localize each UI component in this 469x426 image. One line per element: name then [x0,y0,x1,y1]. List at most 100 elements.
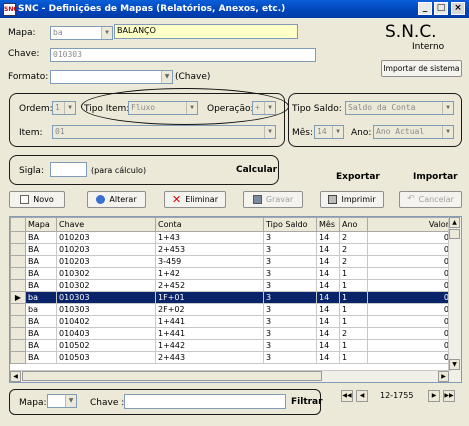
table-cell: 14 [316,315,340,328]
imprimir-button[interactable]: Imprimir [320,191,384,208]
filtrar-button[interactable]: Filtrar [291,397,323,407]
column-header[interactable]: Chave [56,217,156,232]
ordem-label: Ordem: [19,104,53,114]
scroll-thumb[interactable] [449,229,460,239]
vertical-scrollbar[interactable]: ▲ ▼ [448,217,461,382]
tipo-item-select[interactable]: Fluxo ▼ [128,101,198,115]
table-cell: 0 [367,243,452,256]
mapa-code-select[interactable]: ba ▼ [50,26,113,40]
filter-mapa-select[interactable]: ▼ [47,394,77,408]
row-indicator[interactable] [10,231,26,244]
cancelar-button[interactable]: ↶ Cancelar [399,191,462,208]
table-cell: BA [25,231,57,244]
table-row[interactable]: BA 010203 1+43 3 14 2 0 [10,231,452,244]
table-row[interactable]: ▶ ba 010303 1F+01 3 14 1 0 [10,291,452,304]
table-cell: ba [25,303,57,316]
row-indicator[interactable] [10,303,26,316]
alterar-button[interactable]: Alterar [87,191,146,208]
table-cell: 0 [367,231,452,244]
maximize-button[interactable]: □ [434,2,448,15]
column-header[interactable]: Ano [339,217,368,232]
table-cell: BA [25,327,57,340]
sigla-field[interactable] [50,162,87,177]
scroll-right-icon[interactable]: ▶ [438,371,449,382]
next-page-icon[interactable]: ▶ [428,390,440,402]
brand-title: S.N.C. [385,22,437,42]
minimize-button[interactable]: _ [418,2,432,15]
table-row[interactable]: BA 010302 1+42 3 14 1 0 [10,267,452,280]
import-system-button[interactable]: Importar de sistema [381,60,462,77]
table-cell: 0 [367,267,452,280]
sigla-label: Sigla: [19,166,44,176]
row-indicator[interactable] [10,243,26,256]
row-indicator[interactable] [10,351,26,364]
mes-select[interactable]: 14 ▼ [314,125,344,139]
table-row[interactable]: BA 010302 2+452 3 14 1 0 [10,279,452,292]
table-cell: BA [25,243,57,256]
first-page-icon[interactable]: ◀◀ [341,390,353,402]
scroll-down-icon[interactable]: ▼ [449,359,460,370]
table-header-row: Mapa Chave Conta Tipo Saldo Mês Ano Valo… [10,217,452,232]
table-row[interactable]: BA 010403 1+441 3 14 2 0 [10,327,452,340]
ano-select[interactable]: Ano Actual ▼ [373,125,454,139]
table-cell: 010303 [56,303,156,316]
column-header[interactable]: Mapa [25,217,57,232]
data-grid[interactable]: Mapa Chave Conta Tipo Saldo Mês Ano Valo… [9,216,462,383]
chevron-down-icon: ▼ [161,71,172,83]
formato-select[interactable]: ▼ [50,70,173,84]
column-header[interactable]: Mês [316,217,340,232]
window-title: SNC - Definições de Mapas (Relatórios, A… [18,4,286,14]
table-cell: ba [25,291,57,304]
row-indicator[interactable] [10,315,26,328]
filter-mapa-label: Mapa: [19,398,47,408]
table-cell: 3 [263,327,317,340]
ordem-select[interactable]: 1 ▼ [52,101,76,115]
tipo-item-label: Tipo Item: [84,104,130,114]
item-select[interactable]: 01 ▼ [52,125,276,139]
row-indicator[interactable] [10,279,26,292]
table-cell: 0 [367,315,452,328]
row-pointer-icon[interactable]: ▶ [10,291,26,304]
importar-button[interactable]: Importar [413,172,458,182]
last-page-icon[interactable]: ▶▶ [443,390,455,402]
chave-field[interactable]: 010303 [50,48,316,62]
scroll-left-icon[interactable]: ◀ [10,371,21,382]
eliminar-button[interactable]: ✕ Eliminar [164,191,226,208]
prev-page-icon[interactable]: ◀ [356,390,368,402]
table-row[interactable]: BA 010502 1+442 3 14 1 0 [10,339,452,352]
row-indicator[interactable] [10,267,26,280]
row-indicator[interactable] [10,327,26,340]
table-row[interactable]: BA 010503 2+443 3 14 1 0 [10,351,452,364]
table-cell: 2+443 [155,351,264,364]
tipo-saldo-select[interactable]: Saldo da Conta ▼ [345,101,454,115]
calcular-button[interactable]: Calcular [236,165,277,175]
operacao-select[interactable]: + ▼ [252,101,276,115]
filter-chave-field[interactable] [124,394,286,409]
table-row[interactable]: BA 010203 2+453 3 14 2 0 [10,243,452,256]
column-header[interactable]: Valor [367,217,452,232]
table-cell: 1 [339,291,368,304]
table-cell: 010503 [56,351,156,364]
scroll-up-icon[interactable]: ▲ [449,217,460,228]
page-range: 12-1755 [380,391,414,400]
table-row[interactable]: BA 010203 3-459 3 14 2 0 [10,255,452,268]
table-cell: 010203 [56,231,156,244]
table-row[interactable]: ba 010303 2F+02 3 14 1 0 [10,303,452,316]
horizontal-scrollbar[interactable]: ◀ ▶ [10,370,451,382]
table-row[interactable]: BA 010402 1+441 3 14 1 0 [10,315,452,328]
novo-button[interactable]: Novo [9,191,65,208]
column-header[interactable]: Conta [155,217,264,232]
gravar-button[interactable]: Gravar [243,191,303,208]
mapa-name-field[interactable]: BALANÇO [114,24,298,39]
close-button[interactable]: × [451,2,465,15]
table-cell: 1+442 [155,339,264,352]
exportar-button[interactable]: Exportar [336,172,380,182]
hscroll-thumb[interactable] [22,371,322,381]
column-header[interactable]: Tipo Saldo [263,217,317,232]
table-cell: 14 [316,303,340,316]
mapa-label: Mapa: [8,28,36,38]
formato-hint: (Chave) [175,72,211,82]
row-indicator[interactable] [10,255,26,268]
table-cell: 3 [263,243,317,256]
row-indicator[interactable] [10,339,26,352]
